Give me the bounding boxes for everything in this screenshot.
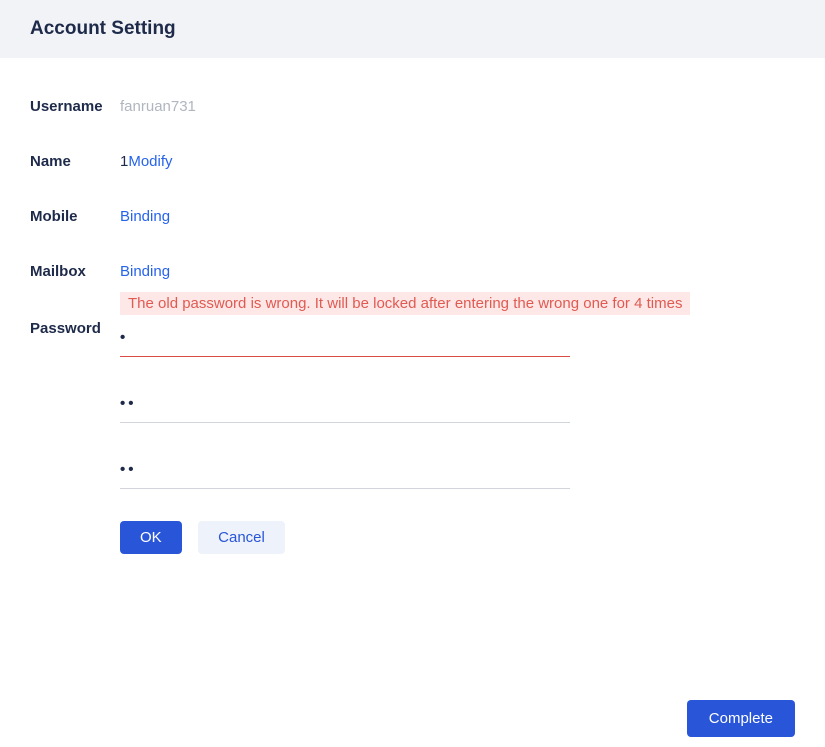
mailbox-binding-link[interactable]: Binding [120,263,170,280]
username-label: Username [30,98,120,115]
footer: Complete [687,700,795,737]
modify-link[interactable]: Modify [128,153,172,170]
mobile-value-wrap: Binding [120,208,795,225]
password-error: The old password is wrong. It will be lo… [120,292,690,315]
page-header: Account Setting [0,0,825,58]
password-buttons: OK Cancel [120,521,795,554]
confirm-password-input[interactable] [120,455,570,489]
password-row: Password The old password is wrong. It w… [30,292,795,554]
username-value: fanruan731 [120,98,795,115]
page-title: Account Setting [30,18,795,40]
complete-button[interactable]: Complete [687,700,795,737]
ok-button[interactable]: OK [120,521,182,554]
mobile-row: Mobile Binding [30,208,795,225]
password-section: The old password is wrong. It will be lo… [120,292,795,554]
account-form: Username fanruan731 Name 1Modify Mobile … [0,58,825,574]
name-value-wrap: 1Modify [120,153,795,170]
mobile-binding-link[interactable]: Binding [120,208,170,225]
old-password-input[interactable] [120,323,570,357]
mailbox-row: Mailbox Binding [30,263,795,280]
mobile-label: Mobile [30,208,120,225]
new-password-input[interactable] [120,389,570,423]
cancel-button[interactable]: Cancel [198,521,285,554]
name-row: Name 1Modify [30,153,795,170]
name-label: Name [30,153,120,170]
username-row: Username fanruan731 [30,98,795,115]
password-label: Password [30,292,120,337]
mailbox-label: Mailbox [30,263,120,280]
mailbox-value-wrap: Binding [120,263,795,280]
